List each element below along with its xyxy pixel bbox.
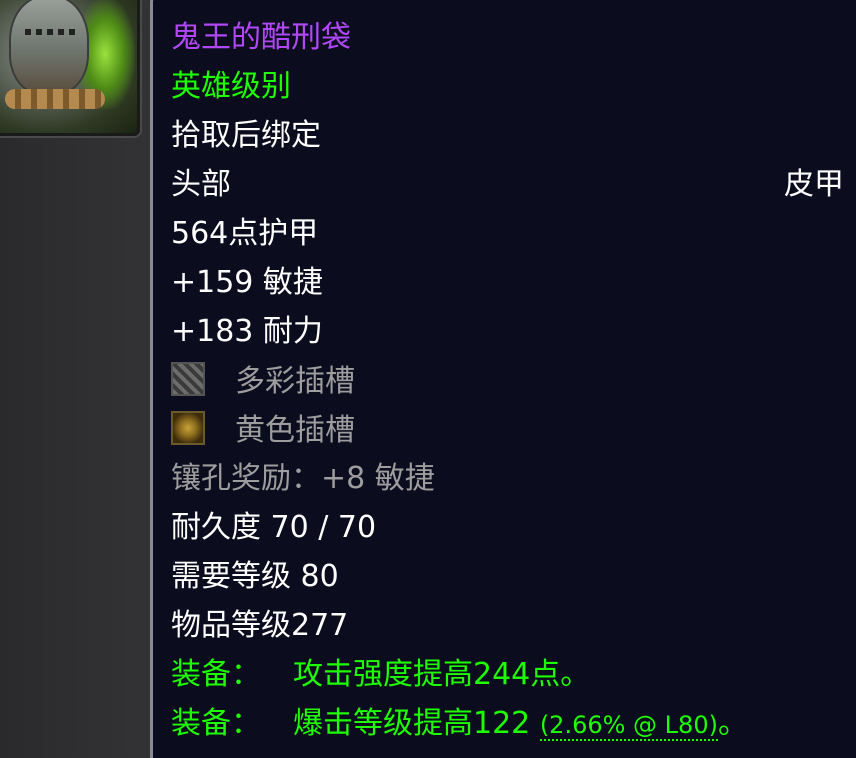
equip-effect-attack-power: 装备： 攻击强度提高244点。 xyxy=(171,650,856,699)
item-slot-row: 头部 皮甲 xyxy=(171,160,856,209)
item-stat-stamina: +183 耐力 xyxy=(171,314,323,349)
equip-prefix: 装备： xyxy=(171,657,261,692)
item-icon[interactable] xyxy=(0,0,140,136)
stitch-icon-detail xyxy=(25,29,75,35)
item-armor: 564点护甲 xyxy=(171,216,319,251)
item-armor-type: 皮甲 xyxy=(784,167,844,202)
equip-text: 爆击等级提高122 xyxy=(293,706,531,741)
item-name: 鬼王的酷刑袋 xyxy=(171,20,351,55)
item-binding: 拾取后绑定 xyxy=(171,118,321,153)
item-tooltip: 鬼王的酷刑袋 英雄级别 拾取后绑定 头部 皮甲 564点护甲 +159 敏捷 +… xyxy=(150,0,856,758)
socket-row-prismatic: 多彩插槽 xyxy=(171,356,856,405)
prismatic-socket-icon xyxy=(171,361,205,396)
item-quality: 英雄级别 xyxy=(171,69,291,104)
socket-row-yellow: 黄色插槽 xyxy=(171,405,856,454)
socket-label-yellow: 黄色插槽 xyxy=(235,413,355,448)
item-durability: 耐久度 70 / 70 xyxy=(171,510,377,545)
yellow-socket-icon xyxy=(171,410,205,445)
item-required-level: 需要等级 80 xyxy=(171,559,339,594)
bag-icon xyxy=(9,0,89,95)
socket-label-prismatic: 多彩插槽 xyxy=(235,364,355,399)
crit-rating-detail[interactable]: (2.66% @ L80) xyxy=(539,711,718,741)
item-slot: 头部 xyxy=(171,167,231,202)
item-stat-agility: +159 敏捷 xyxy=(171,265,323,300)
socket-bonus: 镶孔奖励：+8 敏捷 xyxy=(171,461,435,496)
equip-effect-crit: 装备： 爆击等级提高122 (2.66% @ L80)。 xyxy=(171,699,856,748)
equip-prefix: 装备： xyxy=(171,706,261,741)
item-level: 物品等级277 xyxy=(171,608,349,643)
rope-icon-detail xyxy=(5,89,105,109)
equip-suffix: 。 xyxy=(717,706,748,741)
equip-text: 攻击强度提高244点。 xyxy=(293,657,591,692)
